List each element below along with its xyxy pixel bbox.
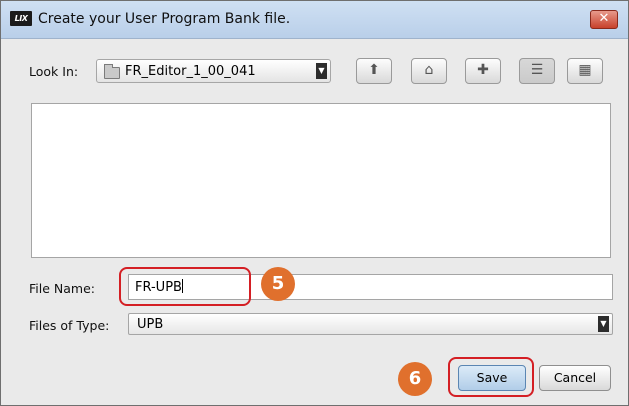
file-name-label: File Name: (29, 281, 95, 296)
file-name-value: FR-UPB (135, 280, 182, 295)
look-in-dropdown[interactable]: FR_Editor_1_00_041 ▼ (96, 59, 331, 83)
files-of-type-dropdown[interactable]: UPB ▼ (128, 313, 613, 335)
look-in-value: FR_Editor_1_00_041 (125, 64, 256, 79)
up-folder-icon: ⬆ (368, 62, 380, 78)
file-name-input[interactable]: FR-UPB (128, 274, 613, 300)
save-dialog-window: LIX Create your User Program Bank file. … (0, 0, 629, 406)
save-button[interactable]: Save (458, 365, 526, 391)
new-folder-button[interactable]: ✚ (465, 58, 501, 84)
home-icon: ⌂ (424, 62, 434, 78)
chevron-down-icon[interactable]: ▼ (598, 316, 609, 332)
home-button[interactable]: ⌂ (411, 58, 447, 84)
details-view-icon: ▦ (578, 62, 592, 78)
text-caret (181, 279, 183, 293)
file-list-pane[interactable] (31, 103, 611, 258)
chevron-down-icon[interactable]: ▼ (316, 63, 327, 79)
files-of-type-value: UPB (137, 317, 164, 332)
look-in-label: Look In: (29, 64, 79, 79)
folder-icon (104, 64, 120, 79)
title-bar[interactable]: LIX Create your User Program Bank file. … (1, 1, 628, 39)
step-6-badge: 6 (398, 362, 432, 396)
list-view-icon: ☰ (530, 62, 544, 78)
details-view-button[interactable]: ▦ (567, 58, 603, 84)
cancel-button[interactable]: Cancel (539, 365, 611, 391)
dialog-title: Create your User Program Bank file. (38, 11, 291, 27)
close-button[interactable]: ✕ (590, 10, 618, 29)
list-view-button[interactable]: ☰ (519, 58, 555, 84)
files-of-type-label: Files of Type: (29, 318, 110, 333)
new-folder-icon: ✚ (477, 62, 489, 78)
step-5-badge: 5 (261, 267, 295, 301)
app-logo-icon: LIX (10, 11, 32, 26)
up-one-level-button[interactable]: ⬆ (356, 58, 392, 84)
